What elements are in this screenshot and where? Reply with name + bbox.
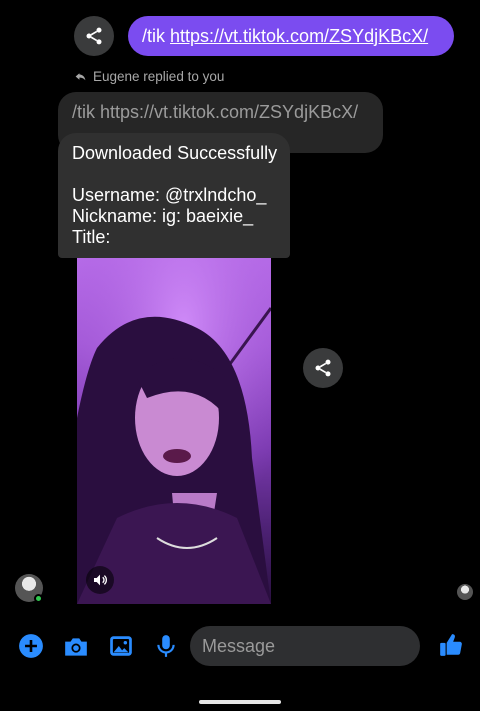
- outgoing-message-prefix: /tik: [142, 25, 166, 46]
- speaker-icon: [94, 574, 107, 586]
- download-status: Downloaded Successfully: [72, 143, 278, 163]
- quoted-message-text: /tik https://vt.tiktok.com/ZSYdjKBcX/: [72, 102, 359, 122]
- outgoing-message-bubble[interactable]: /tik https://vt.tiktok.com/ZSYdjKBcX/: [128, 16, 454, 56]
- mute-toggle[interactable]: [86, 566, 114, 594]
- image-icon: [110, 636, 132, 656]
- voice-button[interactable]: [153, 633, 179, 659]
- reply-note-text: Eugene replied to you: [93, 69, 225, 84]
- microphone-icon: [157, 635, 175, 657]
- gallery-button[interactable]: [108, 633, 134, 659]
- share-button-top[interactable]: [74, 16, 114, 56]
- nickname-line: Nickname: ig: baeixie_: [72, 206, 254, 226]
- read-receipt-avatar: [457, 584, 473, 600]
- share-icon: [315, 359, 331, 377]
- like-button[interactable]: [438, 632, 464, 658]
- reply-arrow-icon: [75, 73, 86, 81]
- plus-button[interactable]: [18, 633, 44, 659]
- outgoing-message-link[interactable]: https://vt.tiktok.com/ZSYdjKBcX/: [170, 26, 428, 47]
- reply-note: Eugene replied to you: [74, 69, 224, 84]
- username-line: Username: @trxlndcho_: [72, 185, 267, 205]
- title-line: Title:: [72, 227, 111, 247]
- home-indicator[interactable]: [199, 700, 281, 704]
- thumbs-up-icon: [440, 634, 462, 656]
- share-icon: [86, 27, 102, 45]
- message-input[interactable]: [202, 635, 434, 657]
- share-button-video[interactable]: [303, 348, 343, 388]
- video-thumbnail: [77, 258, 271, 604]
- video-attachment[interactable]: [77, 258, 271, 604]
- online-status-dot: [34, 594, 43, 603]
- camera-icon: [65, 638, 87, 656]
- incoming-message-bubble[interactable]: Downloaded Successfully Username: @trxln…: [58, 133, 290, 258]
- message-composer[interactable]: [190, 626, 434, 666]
- plus-icon: [19, 634, 43, 658]
- camera-button[interactable]: [63, 634, 89, 660]
